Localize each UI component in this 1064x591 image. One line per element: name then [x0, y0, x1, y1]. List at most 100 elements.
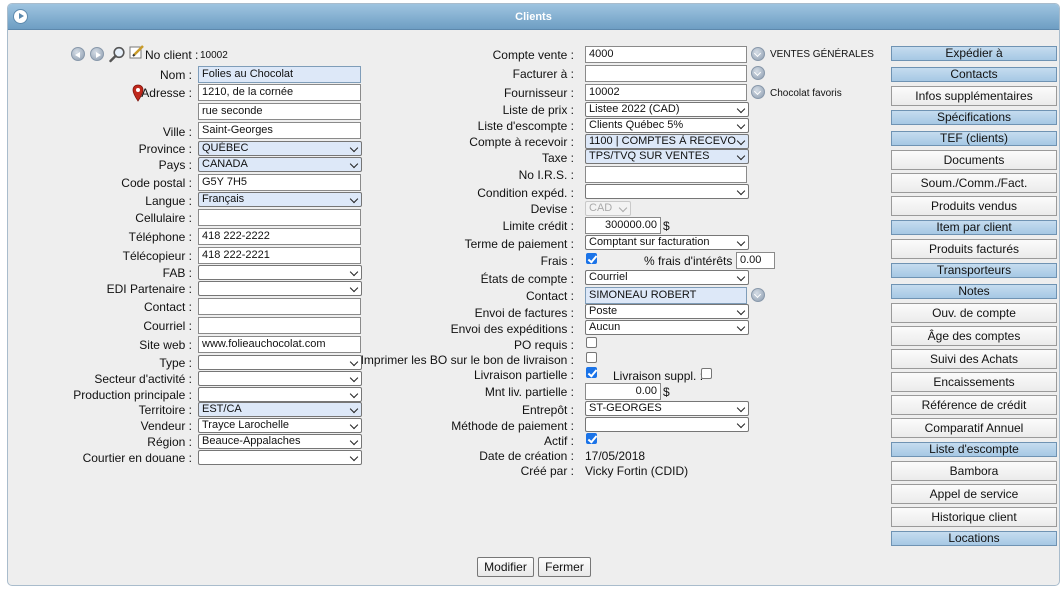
condition-exped-select[interactable]: [585, 184, 749, 199]
facturer-a-input[interactable]: [585, 65, 747, 82]
liste-escompte-select[interactable]: Clients Québec 5%: [585, 118, 749, 133]
telephone-label: Téléphone :: [128, 230, 192, 244]
livraison-suppl-checkbox[interactable]: [701, 368, 712, 379]
client-no-label: No client :: [145, 48, 199, 62]
tef-clients-button[interactable]: TEF (clients): [891, 131, 1057, 146]
appel-de-service-button[interactable]: Appel de service: [891, 484, 1057, 504]
search-icon[interactable]: [109, 46, 126, 63]
next-record-icon[interactable]: [90, 47, 104, 61]
courriel-label: Courriel :: [143, 319, 192, 333]
mnt-liv-partielle-input[interactable]: 0.00: [585, 383, 661, 400]
soum-comm-fact-button[interactable]: Soum./Comm./Fact.: [891, 173, 1057, 193]
envoi-factures-select[interactable]: Poste: [585, 304, 749, 319]
expedier-a-button[interactable]: Expédier à: [891, 46, 1057, 61]
suivi-des-achats-button[interactable]: Suivi des Achats: [891, 349, 1057, 369]
date-creation-value: 17/05/2018: [585, 449, 646, 463]
secteur-activite-select[interactable]: [198, 371, 362, 386]
fournisseur-lookup-icon[interactable]: [751, 85, 765, 99]
facturer-a-lookup-icon[interactable]: [751, 66, 765, 80]
compte-vente-label: Compte vente :: [492, 48, 574, 62]
edi-partenaire-select[interactable]: [198, 281, 362, 296]
item-par-client-button[interactable]: Item par client: [891, 220, 1057, 235]
livraison-partielle-checkbox[interactable]: [586, 367, 597, 378]
pays-select[interactable]: CANADA: [198, 157, 362, 172]
frais-interets-input[interactable]: 0.00: [736, 252, 775, 269]
type-select[interactable]: [198, 355, 362, 370]
nom-input[interactable]: Folies au Chocolat: [198, 66, 361, 83]
telephone-input[interactable]: 418 222-2222: [198, 228, 361, 245]
province-select[interactable]: QUÉBEC: [198, 141, 362, 156]
fab-label: FAB :: [162, 266, 192, 280]
limite-credit-currency: $: [663, 219, 670, 233]
vendeur-select[interactable]: Trayce Larochelle: [198, 418, 362, 433]
cellulaire-label: Cellulaire :: [135, 211, 192, 225]
mnt-liv-partielle-label: Mnt liv. partielle :: [484, 385, 574, 399]
region-select[interactable]: Beauce-Appalaches: [198, 434, 362, 449]
livraison-suppl-label: Livraison suppl. :: [613, 369, 704, 383]
fournisseur-input[interactable]: 10002: [585, 84, 747, 101]
langue-select[interactable]: Français: [198, 192, 362, 207]
specifications-button[interactable]: Spécifications: [891, 110, 1057, 125]
compte-recevoir-select[interactable]: 1100 | COMPTES À RECEVO: [585, 134, 749, 149]
modifier-button[interactable]: Modifier: [477, 557, 534, 577]
produits-vendus-button[interactable]: Produits vendus: [891, 196, 1057, 216]
code-postal-input[interactable]: G5Y 7H5: [198, 174, 361, 191]
clients-window: Clients No client : 10002 Nom : Folies a…: [7, 3, 1060, 586]
notes-button[interactable]: Notes: [891, 284, 1057, 299]
site-web-label: Site web :: [139, 338, 192, 352]
terme-paiement-select[interactable]: Comptant sur facturation: [585, 235, 749, 250]
edit-icon[interactable]: [129, 44, 145, 60]
fermer-button[interactable]: Fermer: [538, 557, 591, 577]
territoire-select[interactable]: EST/CA: [198, 402, 362, 417]
historique-client-button[interactable]: Historique client: [891, 507, 1057, 527]
encaissements-button[interactable]: Encaissements: [891, 372, 1057, 392]
previous-record-icon[interactable]: [71, 47, 85, 61]
production-principale-label: Production principale :: [73, 388, 192, 402]
ville-input[interactable]: Saint-Georges: [198, 122, 361, 139]
contacts-button[interactable]: Contacts: [891, 67, 1057, 82]
fab-select[interactable]: [198, 265, 362, 280]
actif-checkbox[interactable]: [586, 433, 597, 444]
contact-compte-input[interactable]: SIMONEAU ROBERT: [585, 287, 747, 304]
po-requis-checkbox[interactable]: [586, 337, 597, 348]
limite-credit-input[interactable]: 300000.00: [585, 217, 661, 234]
production-principale-select[interactable]: [198, 387, 362, 402]
title-bar: Clients: [8, 4, 1059, 30]
courriel-input[interactable]: [198, 317, 361, 334]
compte-vente-lookup-icon[interactable]: [751, 47, 765, 61]
langue-label: Langue :: [145, 194, 192, 208]
adresse-line2-input[interactable]: rue seconde: [198, 103, 361, 120]
telecopieur-input[interactable]: 418 222-2221: [198, 247, 361, 264]
po-requis-label: PO requis :: [513, 338, 574, 352]
cellulaire-input[interactable]: [198, 209, 361, 226]
produits-factures-button[interactable]: Produits facturés: [891, 239, 1057, 259]
liste-prix-select[interactable]: Listee 2022 (CAD): [585, 102, 749, 117]
contact-input[interactable]: [198, 298, 361, 315]
entrepot-select[interactable]: ST-GEORGES: [585, 401, 749, 416]
etats-compte-select[interactable]: Courriel: [585, 270, 749, 285]
documents-button[interactable]: Documents: [891, 150, 1057, 170]
site-web-input[interactable]: www.folieauchocolat.com: [198, 336, 361, 353]
reference-de-credit-button[interactable]: Référence de crédit: [891, 395, 1057, 415]
taxe-label: Taxe :: [541, 151, 574, 165]
locations-button[interactable]: Locations: [891, 531, 1057, 546]
ouv-de-compte-button[interactable]: Ouv. de compte: [891, 303, 1057, 323]
transporteurs-button[interactable]: Transporteurs: [891, 263, 1057, 278]
no-irs-input[interactable]: [585, 166, 747, 183]
infos-supplementaires-button[interactable]: Infos supplémentaires: [891, 86, 1057, 106]
bambora-button[interactable]: Bambora: [891, 461, 1057, 481]
adresse-line1-input[interactable]: 1210, de la cornée: [198, 84, 361, 101]
compte-vente-description: VENTES GÉNÉRALES: [770, 49, 874, 60]
age-des-comptes-button[interactable]: Âge des comptes: [891, 326, 1057, 346]
methode-paiement-select[interactable]: [585, 417, 749, 432]
devise-label: Devise :: [530, 202, 574, 216]
compte-vente-input[interactable]: 4000: [585, 46, 747, 63]
comparatif-annuel-button[interactable]: Comparatif Annuel: [891, 418, 1057, 438]
envoi-expeditions-select[interactable]: Aucun: [585, 320, 749, 335]
courtier-douane-select[interactable]: [198, 450, 362, 465]
liste-escompte-button[interactable]: Liste d'escompte: [891, 442, 1057, 457]
imprimer-bo-checkbox[interactable]: [586, 352, 597, 363]
frais-checkbox[interactable]: [586, 253, 597, 264]
taxe-select[interactable]: TPS/TVQ SUR VENTES: [585, 149, 749, 164]
contact-lookup-icon[interactable]: [751, 288, 765, 302]
